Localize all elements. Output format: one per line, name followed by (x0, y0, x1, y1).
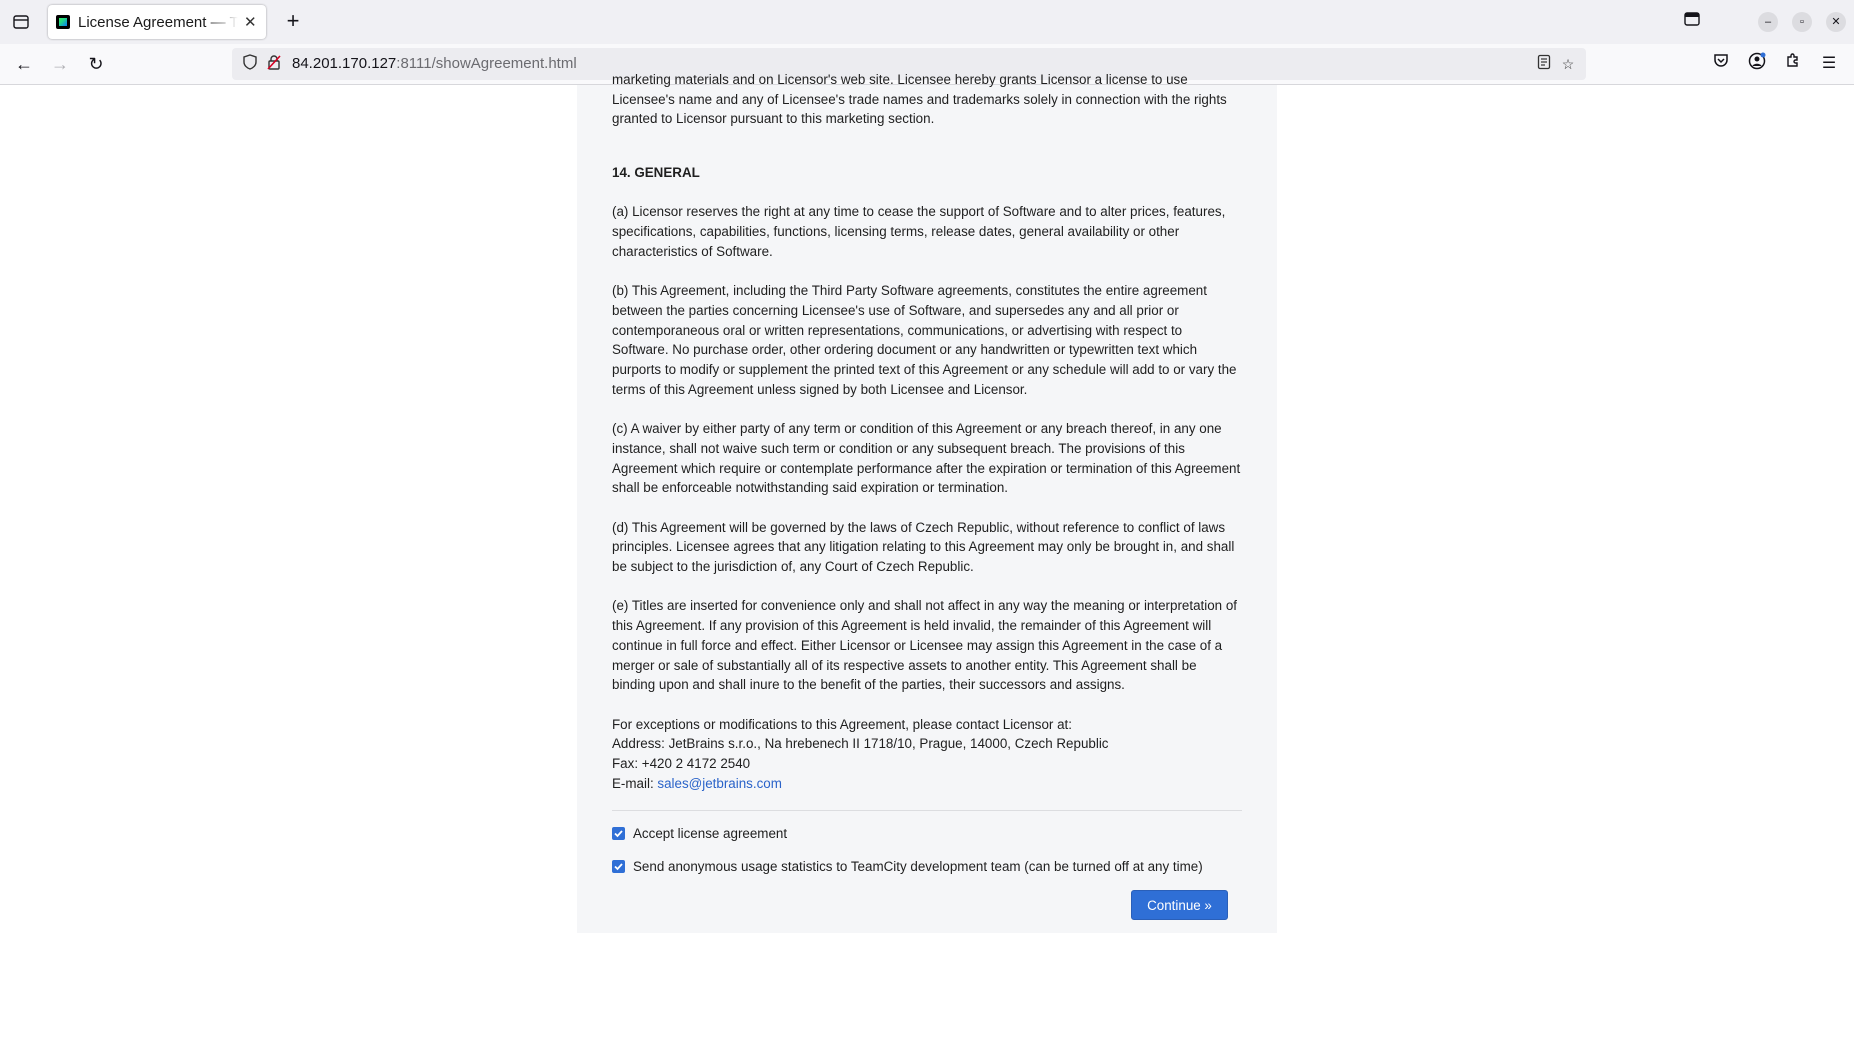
accept-license-label: Accept license agreement (633, 826, 788, 841)
new-tab-plus-icon[interactable]: + (280, 9, 306, 35)
accept-license-row[interactable]: Accept license agreement (612, 826, 787, 841)
usage-stats-checkbox[interactable] (612, 860, 625, 873)
tab-list-icon[interactable] (8, 8, 34, 36)
email-link[interactable]: sales@jetbrains.com (657, 776, 782, 791)
url-path: :8111/showAgreement.html (396, 55, 577, 72)
pocket-icon[interactable] (1709, 52, 1733, 76)
forward-arrow-icon[interactable]: → (48, 52, 72, 76)
license-agreement-panel: marketing materials and on Licensor's we… (577, 72, 1277, 933)
tab-title: License Agreement — TeamCity (78, 13, 238, 31)
back-arrow-icon[interactable]: ← (12, 52, 36, 76)
minimize-window-icon[interactable]: – (1758, 12, 1778, 32)
paragraph-d: (d) This Agreement will be governed by t… (612, 519, 1235, 574)
extensions-puzzle-icon[interactable] (1781, 52, 1805, 76)
tab-overview-icon[interactable] (1682, 12, 1702, 32)
bookmark-star-icon[interactable]: ☆ (1558, 54, 1578, 74)
shield-icon[interactable] (240, 54, 260, 74)
contact-address: Address: JetBrains s.r.o., Na hrebenech … (612, 736, 1109, 752)
contact-email-line: E-mail: sales@jetbrains.com (612, 774, 1242, 794)
url-host: 84.201.170.127 (292, 55, 397, 72)
menu-hamburger-icon[interactable]: ☰ (1817, 52, 1841, 76)
paragraph-a: (a) Licensor reserves the right at any t… (612, 204, 1226, 259)
tab-close-icon[interactable]: ✕ (244, 13, 257, 31)
tab-bar: License Agreement — TeamCity ✕ + – ▫ ✕ (0, 0, 1854, 44)
url-text[interactable]: 84.201.170.127:8111/showAgreement.html (292, 55, 577, 72)
contact-intro: For exceptions or modifications to this … (612, 716, 1072, 732)
reload-icon[interactable]: ↻ (84, 52, 108, 76)
accept-license-checkbox[interactable] (612, 827, 625, 840)
continue-button[interactable]: Continue » (1131, 890, 1228, 920)
teamcity-favicon-icon (56, 15, 70, 29)
marketing-section-tail: marketing materials and on Licensor's we… (612, 72, 1227, 127)
maximize-window-icon[interactable]: ▫ (1792, 12, 1812, 32)
reader-view-icon[interactable] (1534, 54, 1554, 74)
paragraph-c: (c) A waiver by either party of any term… (612, 421, 1241, 496)
contact-fax: Fax: +420 2 4172 2540 (612, 756, 751, 771)
close-window-icon[interactable]: ✕ (1826, 12, 1846, 32)
account-icon[interactable] (1745, 52, 1769, 76)
insecure-lock-icon[interactable] (264, 54, 284, 74)
paragraph-e: (e) Titles are inserted for convenience … (612, 598, 1238, 693)
usage-stats-row[interactable]: Send anonymous usage statistics to TeamC… (612, 859, 1203, 874)
usage-stats-label: Send anonymous usage statistics to TeamC… (633, 859, 1203, 874)
divider (612, 810, 1242, 811)
paragraph-b: (b) This Agreement, including the Third … (612, 283, 1237, 397)
active-tab[interactable]: License Agreement — TeamCity ✕ (48, 5, 266, 39)
agreement-text: marketing materials and on Licensor's we… (612, 72, 1242, 794)
email-label: E-mail: (612, 775, 658, 791)
section-title: 14. GENERAL (612, 165, 700, 180)
